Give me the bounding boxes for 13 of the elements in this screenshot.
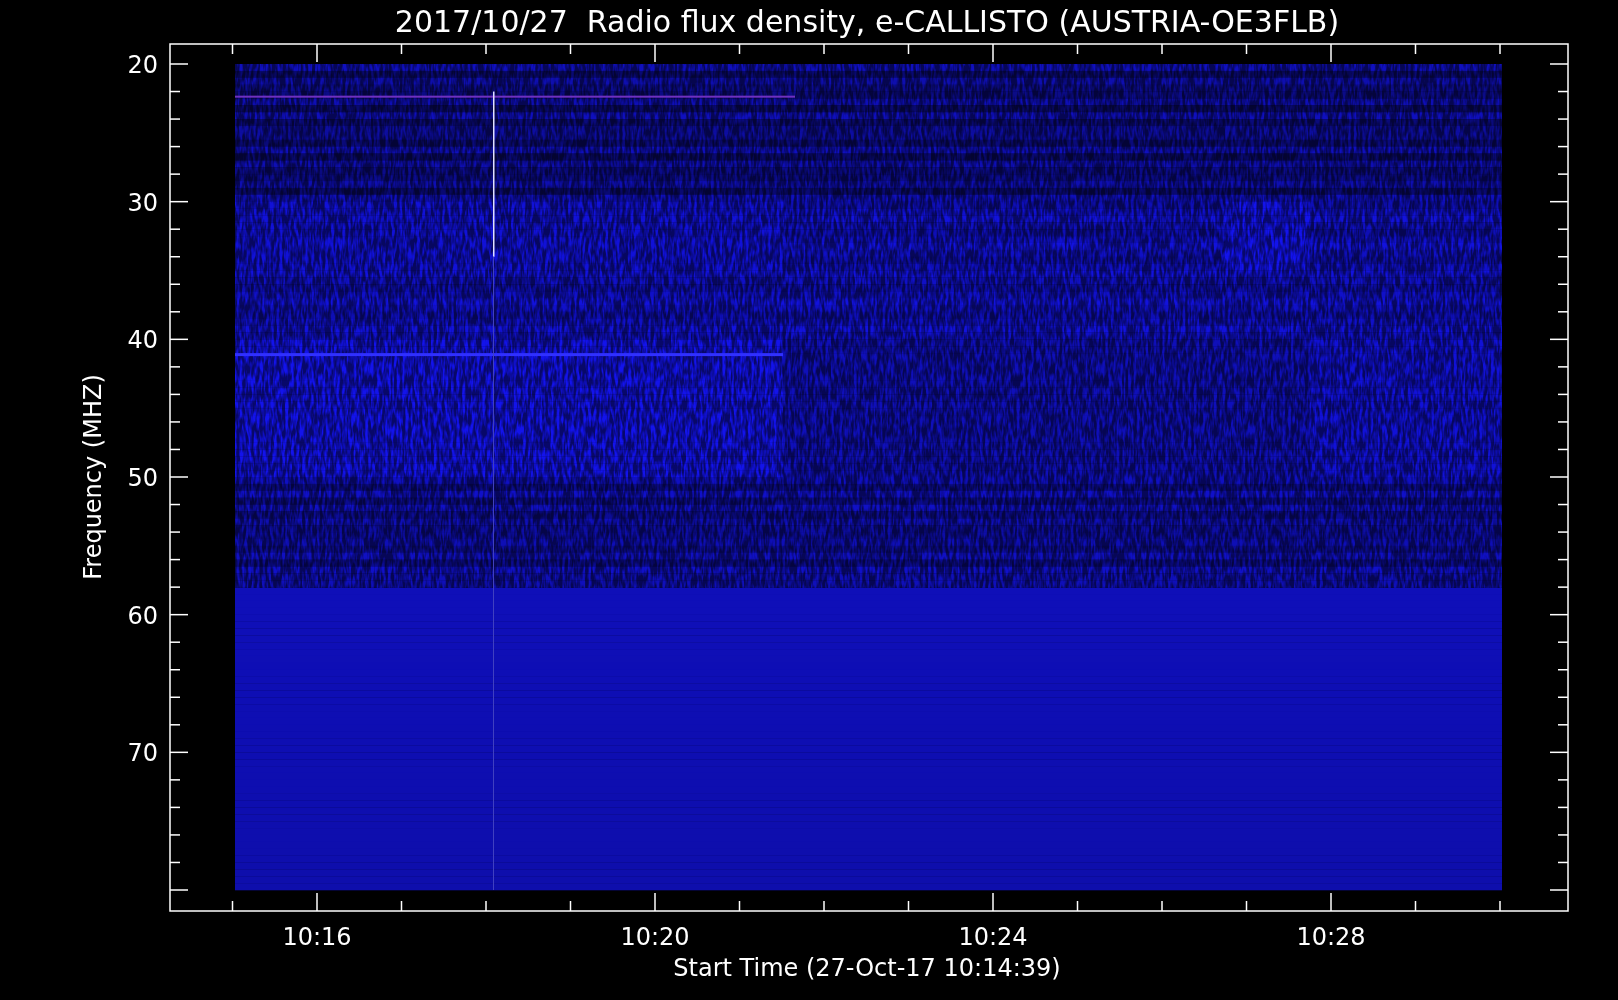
y-tick-label: 30 — [127, 188, 158, 217]
x-tick-label: 10:24 — [958, 923, 1028, 951]
x-tick-label: 10:28 — [1296, 923, 1366, 951]
x-axis-title: Start Time (27-Oct-17 10:14:39) — [673, 954, 1061, 982]
y-tick-label: 20 — [127, 51, 158, 79]
x-tick-label: 10:16 — [282, 923, 352, 951]
y-axis-title: Frequency (MHZ) — [79, 374, 107, 580]
y-tick-label: 40 — [127, 326, 158, 355]
chart-title: 2017/10/27 Radio flux density, e-CALLISTO (AUSTRIA-OE3FLB) — [394, 4, 1340, 39]
y-tick-label: 50 — [127, 464, 158, 492]
y-tick-label: 70 — [127, 739, 158, 768]
x-tick-label: 10:20 — [620, 923, 690, 951]
y-tick-label: 60 — [127, 601, 158, 630]
